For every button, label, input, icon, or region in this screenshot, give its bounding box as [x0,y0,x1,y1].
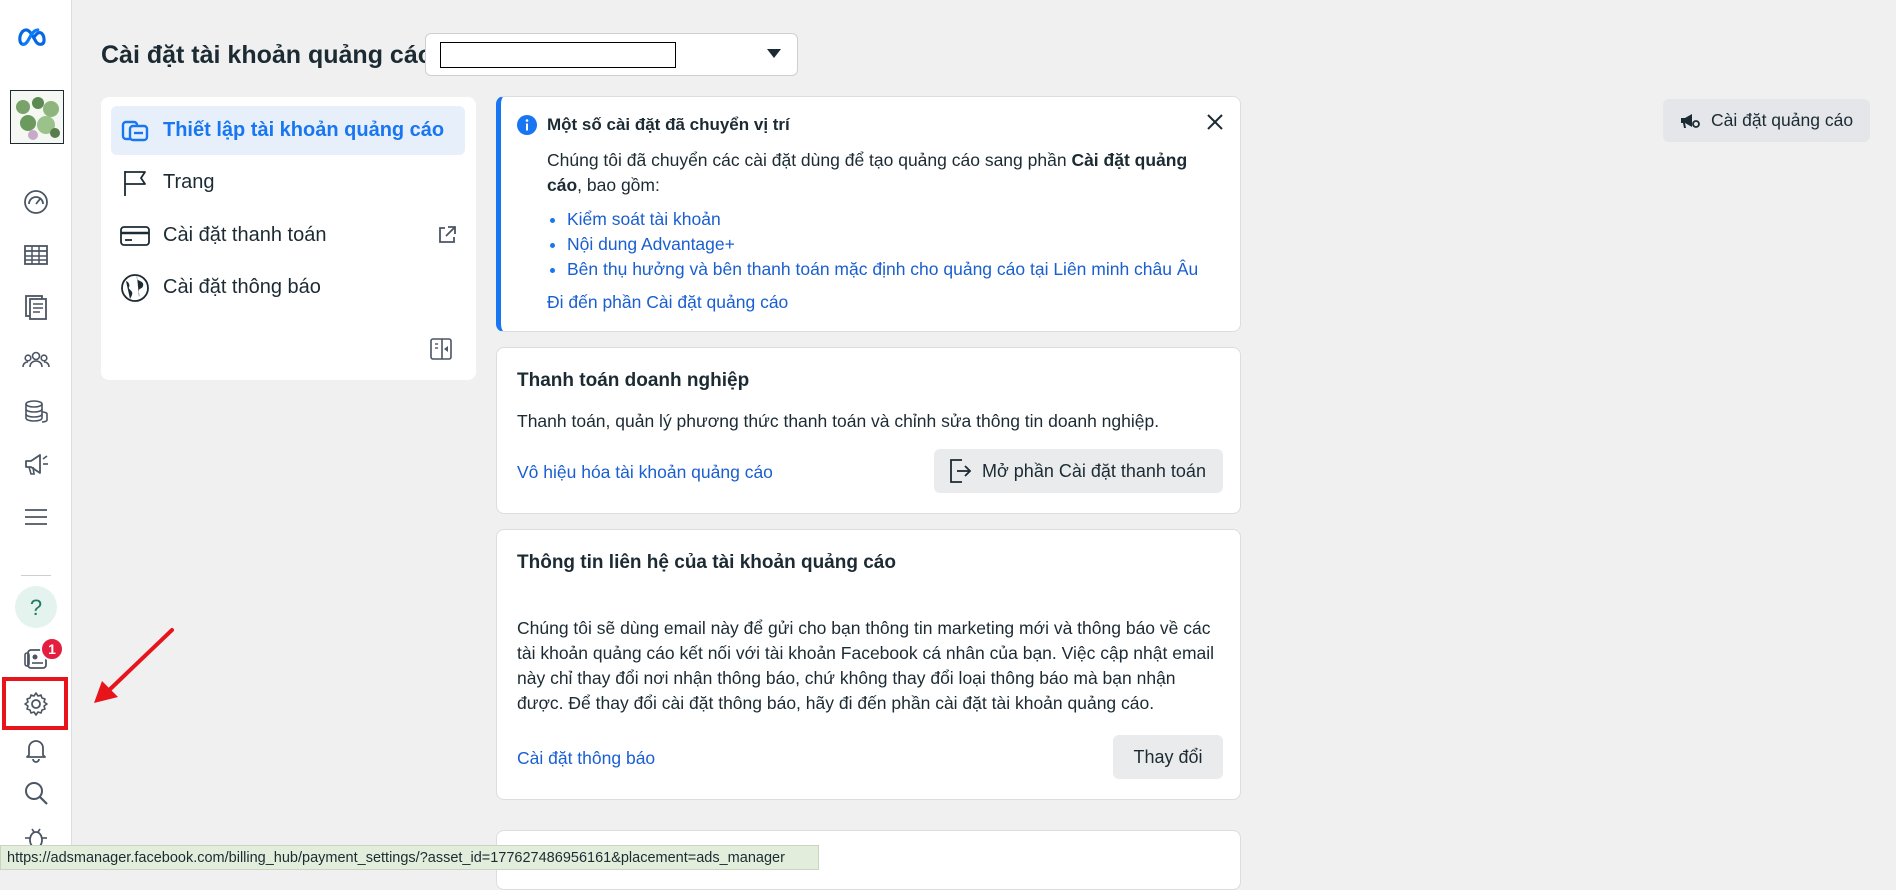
ad-account-select-value [440,42,676,68]
credit-card-icon [119,220,151,252]
nav-item-pages[interactable]: Trang [111,158,465,207]
menu-lines-icon[interactable] [14,497,58,537]
audiences-people-icon[interactable] [14,340,58,380]
nav-item-label: Cài đặt thông báo [163,276,321,298]
billing-coins-icon[interactable] [14,392,58,432]
search-icon[interactable] [14,773,58,813]
nav-item-label: Cài đặt thanh toán [163,224,327,246]
advantage-content-link[interactable]: Nội dung Advantage+ [567,234,735,254]
eu-beneficiary-payer-link[interactable]: Bên thụ hưởng và bên thanh toán mặc định… [567,259,1198,279]
ad-account-select[interactable] [425,33,798,76]
annotation-arrow [94,628,174,703]
list-item: Bên thụ hưởng và bên thanh toán mặc định… [567,257,1198,282]
ad-settings-button[interactable]: Cài đặt quảng cáo [1663,99,1870,142]
business-payments-card: Thanh toán doanh nghiệp Thanh toán, quản… [496,347,1241,514]
moved-settings-notice: Một số cài đặt đã chuyển vị trí Chúng tô… [496,96,1241,332]
open-payment-settings-label: Mở phần Cài đặt thanh toán [982,460,1206,481]
meta-logo-icon[interactable] [14,18,58,58]
browser-status-url: https://adsmanager.facebook.com/billing_… [0,845,819,870]
contact-card-title: Thông tin liên hệ của tài khoản quảng cá… [517,552,896,573]
list-item: Kiểm soát tài khoản [567,207,1198,232]
dashboard-gauge-icon[interactable] [14,182,58,222]
svg-text:?: ? [30,595,42,620]
account-avatar[interactable] [10,90,64,144]
notification-settings-link[interactable]: Cài đặt thông báo [517,748,655,769]
ad-account-contact-card: Thông tin liên hệ của tài khoản quảng cá… [496,529,1241,800]
table-grid-icon[interactable] [14,235,58,275]
collapse-panel-icon[interactable] [426,334,456,364]
bell-icon[interactable] [14,730,58,770]
settings-nav-panel: Thiết lập tài khoản quảng cáo Trang Cài … [101,97,476,380]
info-icon [517,115,537,135]
megaphone-gear-icon [1681,113,1700,128]
open-payment-settings-button[interactable]: Mở phần Cài đặt thanh toán [934,449,1223,493]
nav-item-notification-settings[interactable]: Cài đặt thông báo [111,263,465,312]
account-control-link[interactable]: Kiểm soát tài khoản [567,209,721,229]
deactivate-ad-account-link[interactable]: Vô hiệu hóa tài khoản quảng cáo [517,462,773,483]
ads-megaphone-icon[interactable] [14,444,58,484]
notice-body-prefix: Chúng tôi đã chuyển các cài đặt dùng để … [547,150,1072,170]
billing-card-description: Thanh toán, quản lý phương thức thanh to… [517,411,1160,431]
close-icon[interactable] [1206,113,1224,131]
reports-pages-icon[interactable] [14,287,58,327]
go-to-ad-settings-link[interactable]: Đi đến phần Cài đặt quảng cáo [547,292,788,313]
flag-icon [119,167,151,199]
left-navigation-rail: ? 1 [0,0,72,870]
nav-item-payment-settings[interactable]: Cài đặt thanh toán [111,211,465,260]
notice-link-list: Kiểm soát tài khoản Nội dung Advantage+ … [547,207,1198,282]
open-exit-icon [950,459,972,483]
nav-item-label: Thiết lập tài khoản quảng cáo [163,119,445,141]
help-question-icon[interactable]: ? [14,586,58,628]
notice-title: Một số cài đặt đã chuyển vị trí [547,115,790,134]
chevron-down-icon [767,49,781,58]
globe-icon [119,272,151,304]
change-button[interactable]: Thay đổi [1113,735,1223,779]
ad-account-setup-icon [119,115,151,147]
nav-item-label: Trang [163,171,215,193]
notice-body: Chúng tôi đã chuyển các cài đặt dùng để … [547,148,1227,198]
contact-card-body: Chúng tôi sẽ dùng email này để gửi cho b… [517,618,1215,713]
nav-item-ad-account-setup[interactable]: Thiết lập tài khoản quảng cáo [111,106,465,155]
external-link-icon [439,226,456,243]
billing-card-title: Thanh toán doanh nghiệp [517,370,750,391]
list-item: Nội dung Advantage+ [567,232,1198,257]
annotation-highlight-box [2,677,68,730]
notification-badge: 1 [40,637,64,661]
page-title: Cài đặt tài khoản quảng cáo [101,41,433,69]
ad-settings-label: Cài đặt quảng cáo [1711,110,1854,130]
rail-divider [21,575,51,576]
notice-body-suffix: , bao gồm: [577,175,660,195]
